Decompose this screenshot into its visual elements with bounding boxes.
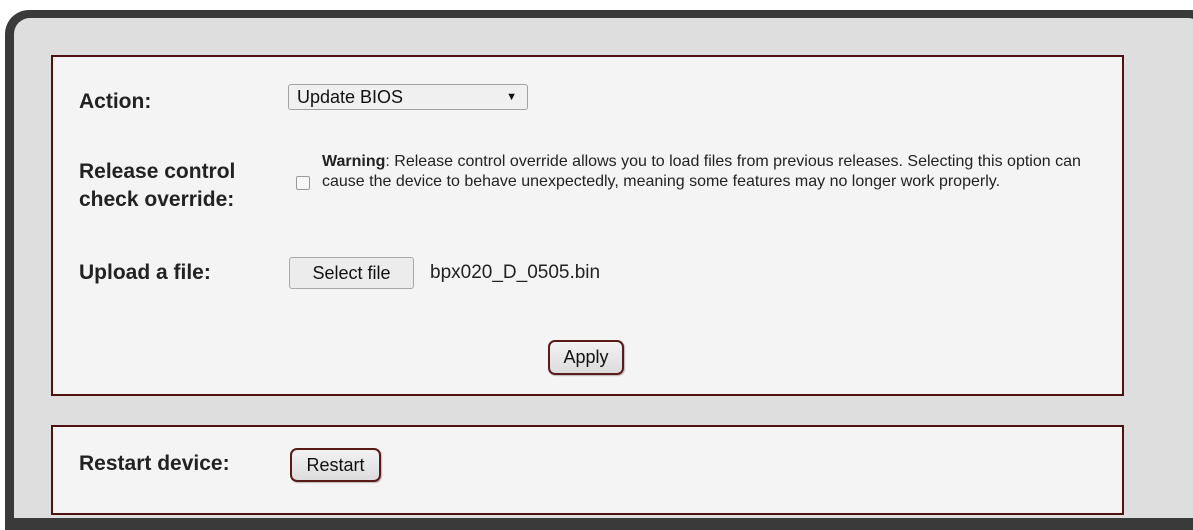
select-file-button[interactable]: Select file xyxy=(289,257,414,289)
warning-heading: Warning xyxy=(322,153,386,170)
restart-button[interactable]: Restart xyxy=(290,448,381,482)
release-override-label-line1: Release control xyxy=(79,160,236,183)
action-select-value: Update BIOS xyxy=(297,87,404,107)
upload-file-label: Upload a file: xyxy=(79,261,211,284)
release-override-label: Release control check override: xyxy=(79,158,235,214)
selected-filename: bpx020_D_0505.bin xyxy=(430,262,601,283)
action-select[interactable]: Update BIOS ▼ xyxy=(288,84,528,110)
release-override-checkbox[interactable] xyxy=(296,176,310,190)
dropdown-arrow-icon: ▼ xyxy=(506,91,517,103)
release-override-label-line2: check override: xyxy=(79,188,235,211)
warning-text: : Release control override allows you to… xyxy=(322,153,1081,190)
apply-button[interactable]: Apply xyxy=(548,340,624,375)
action-label: Action: xyxy=(79,90,152,113)
restart-device-label: Restart device: xyxy=(79,452,230,475)
release-override-warning: Warning: Release control override allows… xyxy=(322,152,1102,192)
